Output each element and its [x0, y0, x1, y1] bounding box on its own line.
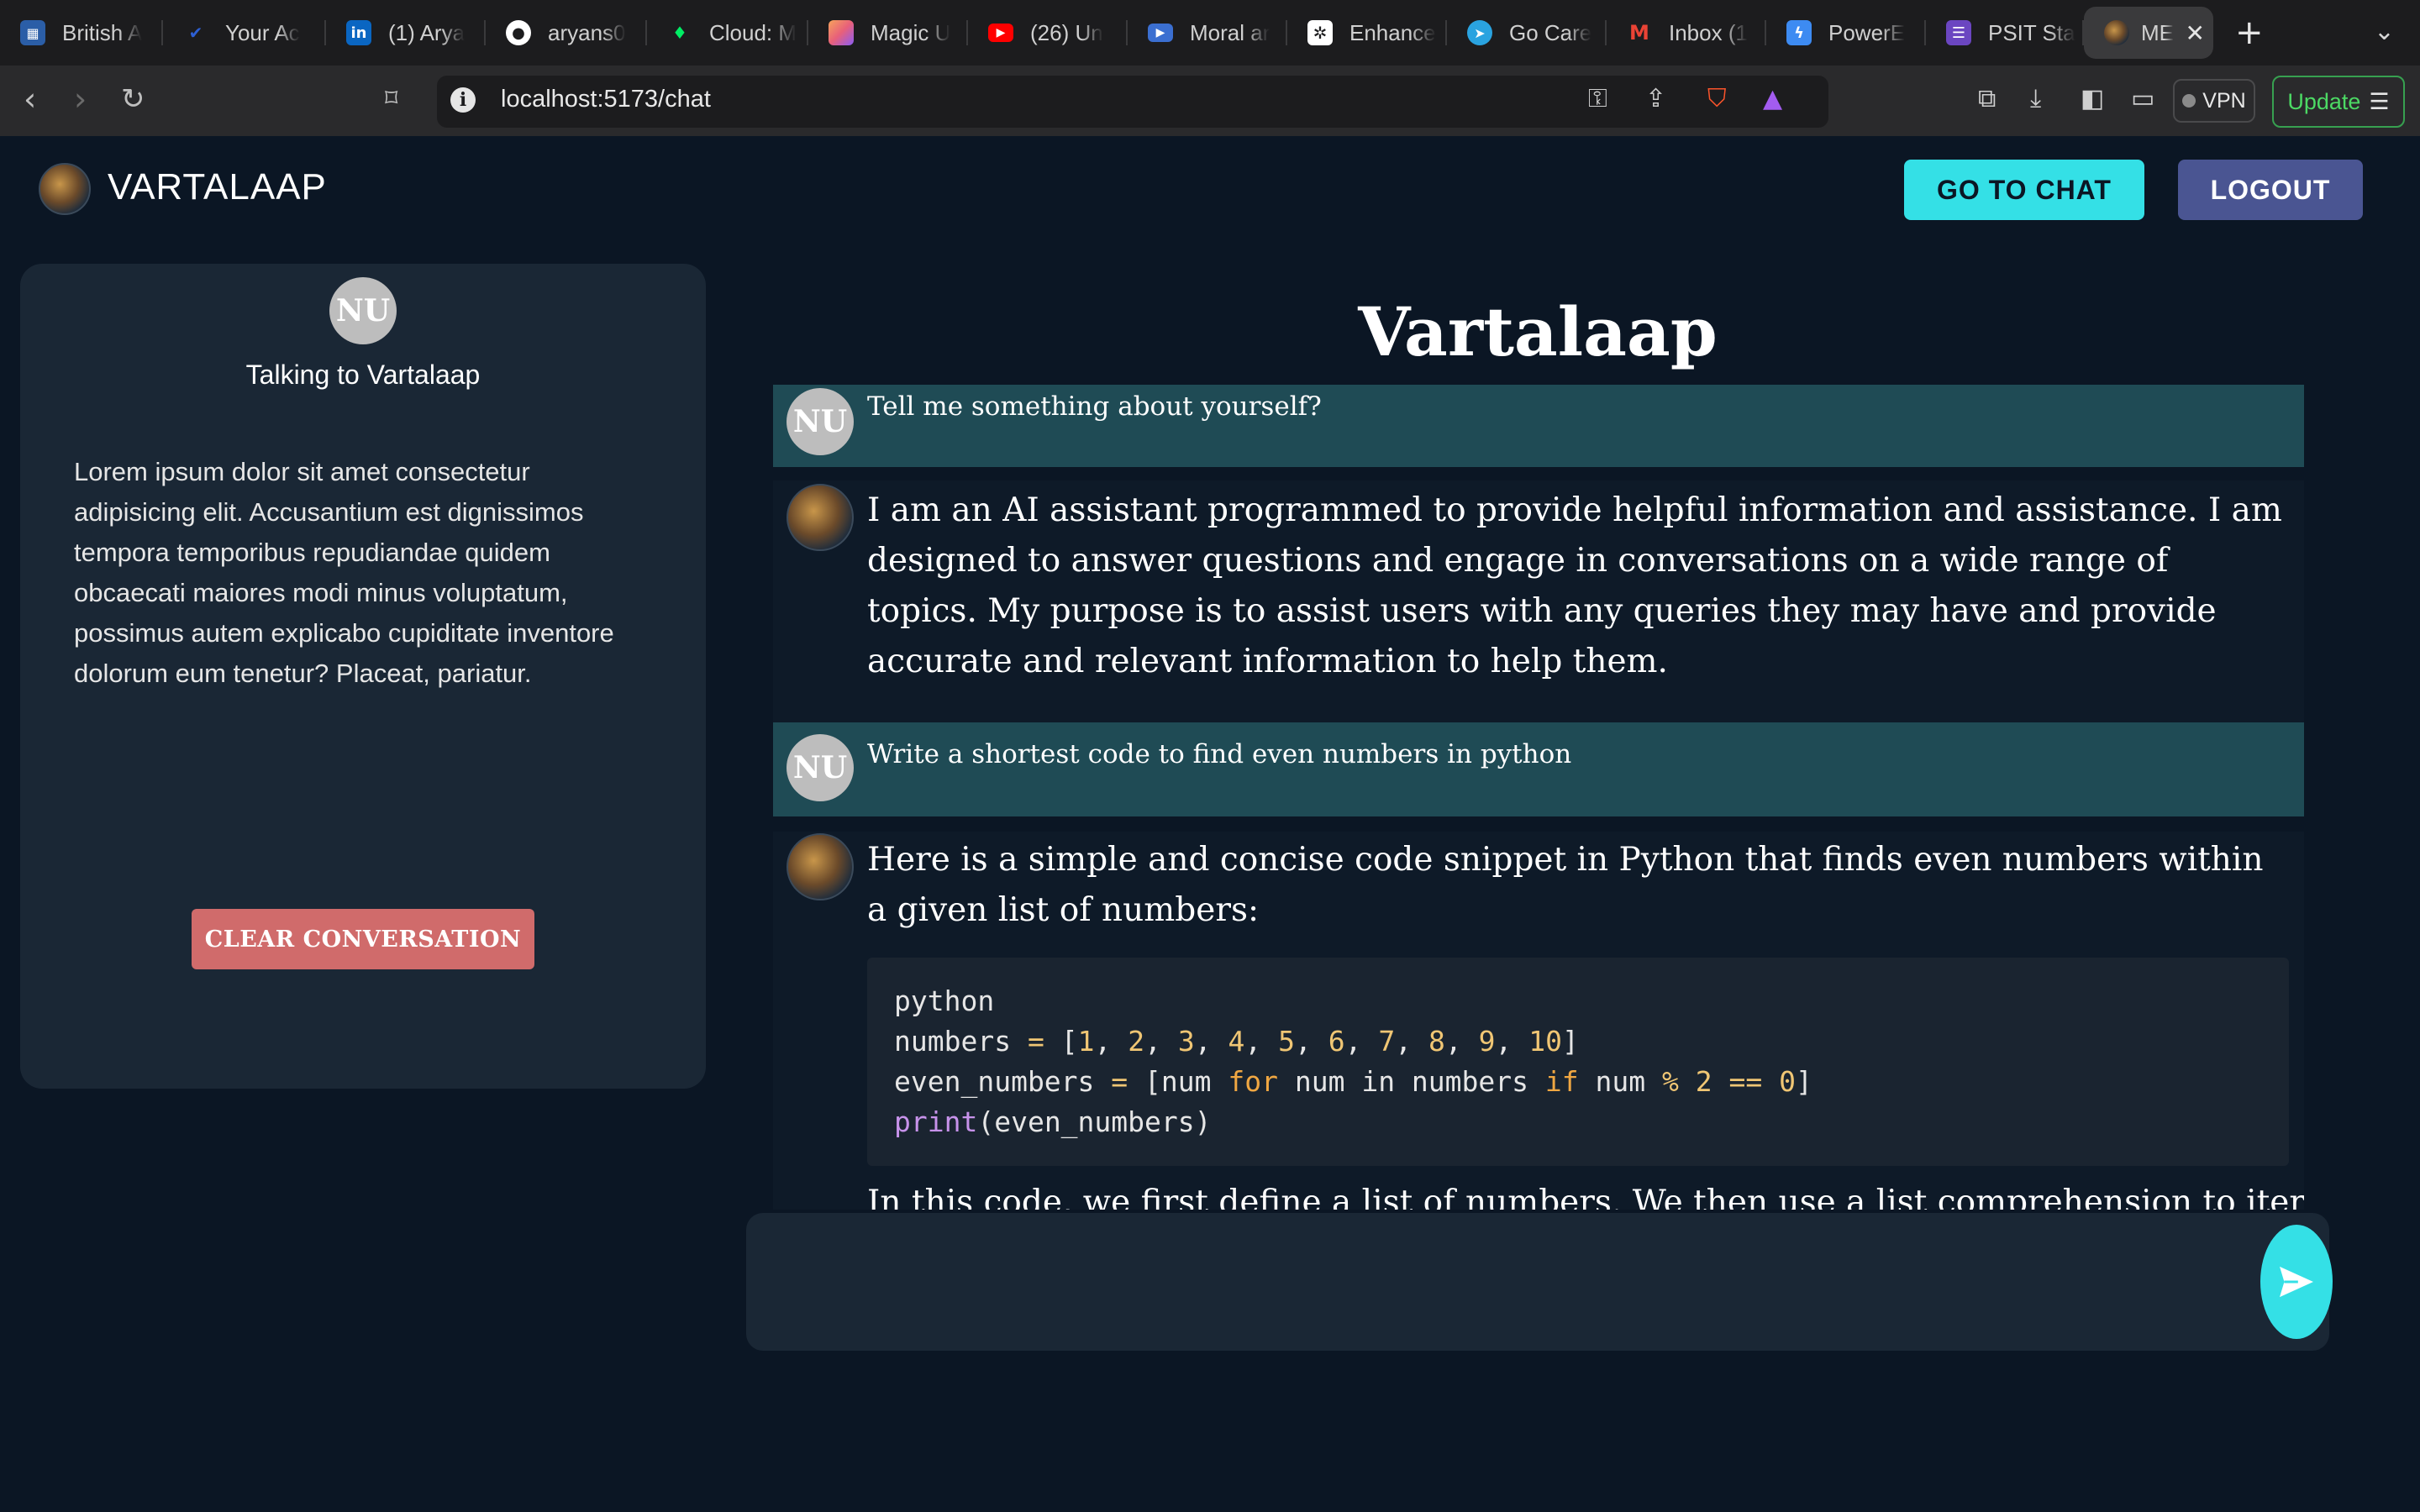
message-text: Here is a simple and concise code snippe… — [867, 841, 2264, 929]
magic-icon — [829, 20, 854, 45]
update-label: Update — [2287, 88, 2361, 114]
browser-tab-active[interactable]: MEF ✕ — [2084, 7, 2213, 59]
wallet-icon[interactable]: ▭ — [2131, 84, 2154, 113]
leaf-icon: ♦ — [672, 23, 687, 43]
code-line: numbers = [1, 2, 3, 4, 5, 6, 7, 8, 9, 10… — [894, 1025, 1579, 1058]
browser-tab[interactable]: ☰ PSIT Sta — [1926, 0, 2084, 66]
browser-tab[interactable]: ▦ British A — [0, 0, 163, 66]
code-block[interactable]: python numbers = [1, 2, 3, 4, 5, 6, 7, 8… — [867, 958, 2289, 1166]
brave-rewards-icon[interactable]: ▲ — [1763, 84, 1782, 113]
message-text: Write a shortest code to find even numbe… — [867, 739, 1572, 769]
avatar: NU — [329, 277, 397, 344]
vpn-status-icon — [2182, 94, 2196, 108]
browser-tab[interactable]: ♦ Cloud: M — [647, 0, 808, 66]
message-text: I am an AI assistant programmed to provi… — [867, 491, 2282, 680]
assistant-avatar — [786, 833, 854, 900]
tab-title: PSIT Sta — [1988, 19, 2075, 45]
browser-tab[interactable]: Magic U — [808, 0, 968, 66]
github-icon: ● — [506, 20, 531, 45]
browser-tab[interactable]: in (1) Arya — [326, 0, 486, 66]
tab-title: (26) Un — [1030, 19, 1103, 45]
close-tab-icon[interactable]: ✕ — [2186, 19, 2205, 47]
tab-title: aryans0 — [548, 19, 626, 45]
browser-tab-bar: ▦ British A ✔ Your Ac in (1) Arya ● arya… — [0, 0, 2420, 66]
menu-icon: ☰ — [2369, 88, 2390, 115]
check-shield-icon: ✔ — [188, 23, 203, 43]
code-line: even_numbers = [num for num in numbers i… — [894, 1065, 1812, 1098]
message-text: Tell me something about yourself? — [867, 391, 1322, 422]
tab-title: (1) Arya — [388, 19, 466, 45]
chat-window[interactable]: NU Tell me something about yourself? I a… — [773, 385, 2304, 1210]
key-icon[interactable]: ⚿ — [1588, 84, 1607, 113]
user-avatar: NU — [786, 734, 854, 801]
browser-tab[interactable]: M Inbox (1 — [1607, 0, 1766, 66]
powere-icon: ϟ — [1786, 20, 1812, 45]
update-button[interactable]: Update ☰ — [2272, 76, 2405, 128]
page-title: Vartalaap — [1358, 292, 1718, 371]
browser-tab[interactable]: ➤ Go Care — [1447, 0, 1607, 66]
gmail-icon: M — [1629, 21, 1649, 45]
message-input[interactable] — [766, 1233, 2245, 1331]
vpn-button[interactable]: VPN — [2173, 79, 2255, 123]
send-button[interactable] — [2260, 1225, 2333, 1339]
app-avatar-icon — [2104, 20, 2129, 45]
tab-title: Moral ar — [1190, 19, 1270, 45]
sidebar-icon[interactable]: ◧ — [2081, 84, 2104, 113]
video-icon: ▶ — [1148, 24, 1173, 42]
browser-tab[interactable]: ▶ (26) Un — [968, 0, 1128, 66]
assistant-avatar — [786, 484, 854, 551]
user-avatar: NU — [786, 388, 854, 455]
tab-title: Go Care — [1509, 19, 1592, 45]
tab-title: MEF — [2141, 19, 2174, 45]
browser-tab[interactable]: ϟ PowerE — [1766, 0, 1926, 66]
telegram-icon: ➤ — [1467, 20, 1492, 45]
tab-title: Your Ac — [225, 19, 300, 45]
assistant-message: Here is a simple and concise code snippe… — [773, 832, 2304, 1210]
browser-tab[interactable]: ✲ Enhance — [1287, 0, 1447, 66]
assistant-message: I am an AI assistant programmed to provi… — [773, 480, 2304, 722]
browser-tab[interactable]: ● aryans0 — [486, 0, 647, 66]
brave-shield-icon[interactable]: ⛉ — [1707, 84, 1727, 113]
new-tab-icon[interactable]: + — [2235, 13, 2264, 52]
tab-title: Magic U — [871, 19, 951, 45]
user-message: NU Write a shortest code to find even nu… — [773, 722, 2304, 816]
send-icon — [2280, 1266, 2313, 1298]
tab-title: Enhance — [1349, 19, 1436, 45]
tab-title: Cloud: M — [709, 19, 797, 45]
code-line: print(even_numbers) — [894, 1105, 1212, 1138]
code-line: python — [894, 984, 995, 1017]
share-icon[interactable]: ⇪ — [1645, 84, 1666, 113]
tab-title: PowerE — [1828, 19, 1906, 45]
sidebar-description: Lorem ipsum dolor sit amet consectetur a… — [74, 457, 614, 688]
tab-title: British A — [62, 19, 143, 45]
forward-icon[interactable]: › — [74, 81, 87, 118]
url-text[interactable]: localhost:5173/chat — [501, 86, 711, 113]
tab-title: Inbox (1 — [1669, 19, 1748, 45]
browser-tab[interactable]: ✔ Your Ac — [163, 0, 326, 66]
youtube-icon: ▶ — [988, 24, 1013, 42]
linkedin-icon: in — [346, 20, 371, 45]
vpn-label: VPN — [2202, 88, 2246, 113]
info-icon[interactable]: i — [450, 87, 476, 113]
back-icon[interactable]: ‹ — [24, 81, 36, 118]
user-message: NU Tell me something about yourself? — [773, 385, 2304, 467]
bookmark-icon[interactable]: ⌑ — [385, 84, 397, 113]
clear-conversation-button[interactable]: CLEAR CONVERSATION — [192, 909, 534, 969]
app-name[interactable]: VARTALAAP — [108, 166, 327, 208]
list-icon: ☰ — [1946, 20, 1971, 45]
go-to-chat-button[interactable]: GO TO CHAT — [1904, 160, 2144, 220]
sidebar-title: Talking to Vartalaap — [245, 360, 481, 390]
british-airways-icon: ▦ — [20, 20, 45, 45]
download-icon[interactable]: ⤓ — [2030, 84, 2041, 113]
reload-icon[interactable]: ↻ — [121, 82, 145, 116]
extensions-icon[interactable]: ⧉ — [1978, 84, 1996, 113]
app-logo — [39, 163, 91, 215]
chevron-down-icon[interactable]: ⌄ — [2374, 17, 2395, 46]
openai-icon: ✲ — [1307, 20, 1333, 45]
browser-tab[interactable]: ▶ Moral ar — [1128, 0, 1287, 66]
logout-button[interactable]: LOGOUT — [2178, 160, 2363, 220]
message-continuation: In this code, we first define a list of … — [867, 1184, 2304, 1210]
